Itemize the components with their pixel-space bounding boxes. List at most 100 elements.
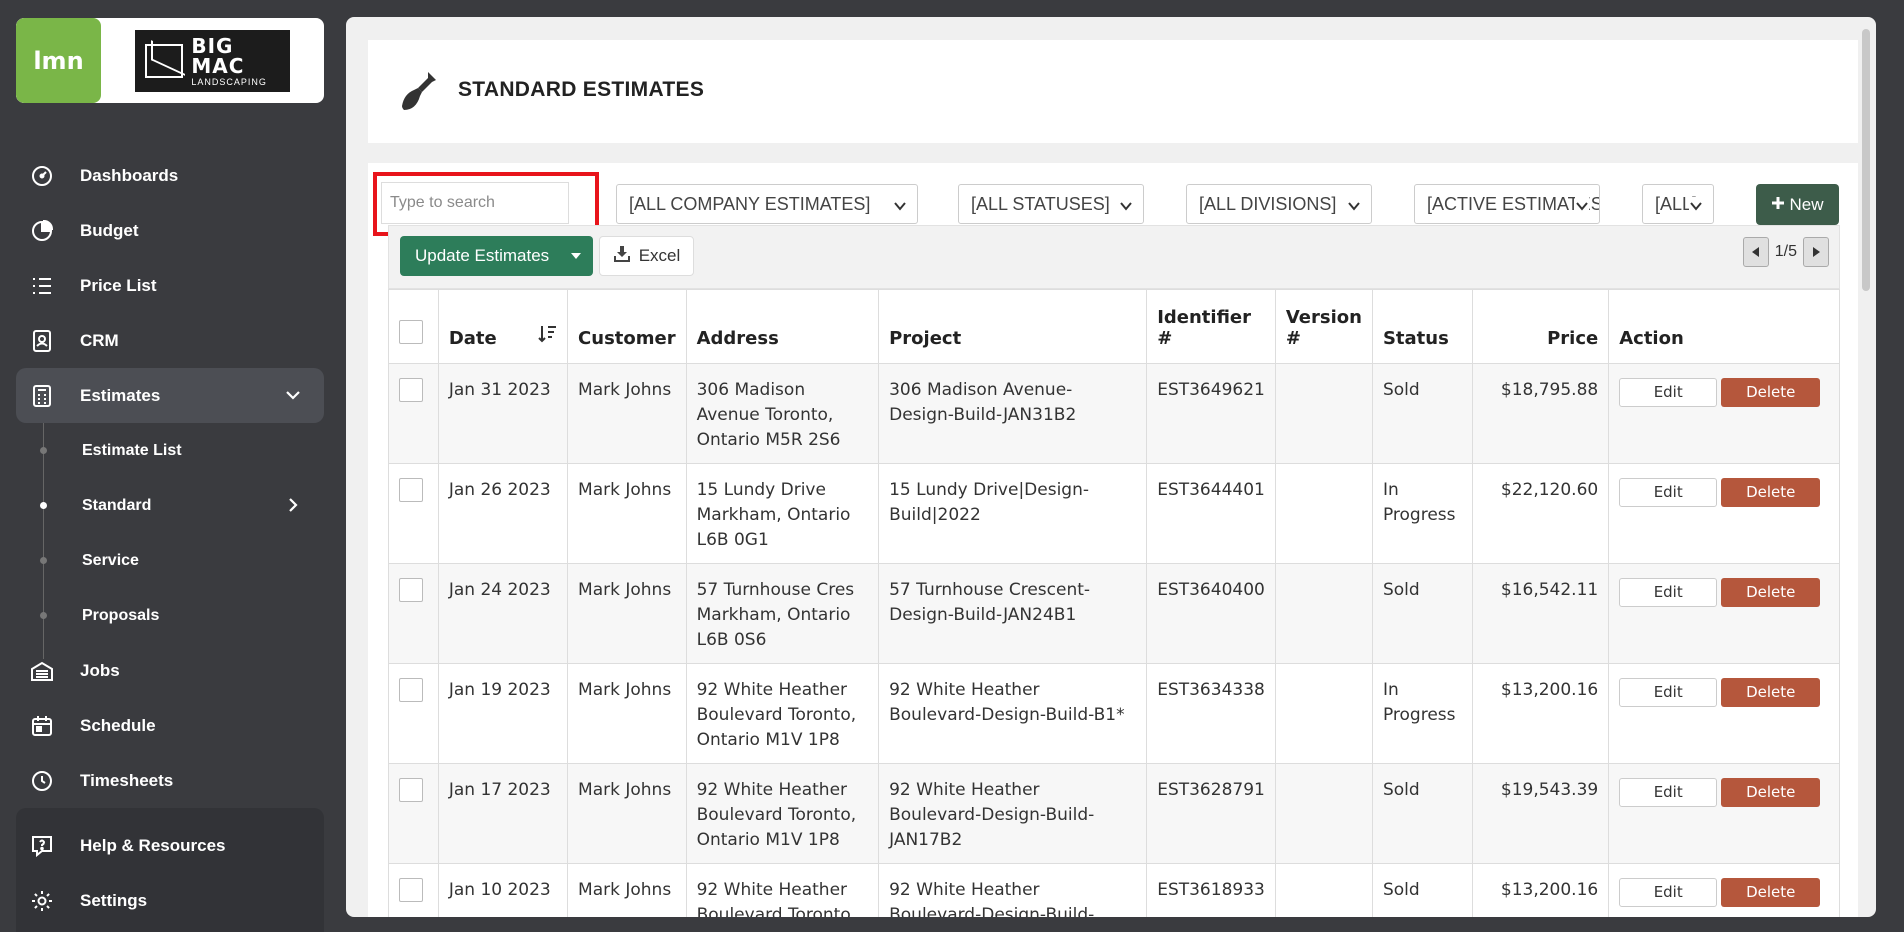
- table-row[interactable]: Jan 26 2023 Mark Johns 15 Lundy Drive Ma…: [388, 463, 1840, 564]
- column-address[interactable]: Address: [685, 289, 880, 364]
- caret-down-icon[interactable]: [559, 236, 593, 276]
- sidebar-item-timesheets[interactable]: Timesheets: [16, 753, 324, 808]
- column-version[interactable]: Version #: [1274, 289, 1373, 364]
- scrollbar-thumb[interactable]: [1862, 29, 1870, 291]
- cell-date: Jan 24 2023: [437, 563, 569, 664]
- table-row[interactable]: Jan 17 2023 Mark Johns 92 White Heather …: [388, 763, 1840, 864]
- estimates-content: [ALL COMPANY ESTIMATES] [ALL STATUSES] […: [368, 163, 1858, 917]
- sidebar-item-budget[interactable]: Budget: [16, 203, 324, 258]
- excel-export-button[interactable]: Excel: [599, 236, 694, 276]
- table-row[interactable]: Jan 24 2023 Mark Johns 57 Turnhouse Cres…: [388, 563, 1840, 664]
- row-checkbox[interactable]: [399, 778, 423, 802]
- sidebar-item-jobs[interactable]: Jobs: [16, 643, 324, 698]
- new-estimate-button[interactable]: New: [1756, 184, 1839, 225]
- table-row[interactable]: Jan 19 2023 Mark Johns 92 White Heather …: [388, 663, 1840, 764]
- column-date[interactable]: Date: [437, 289, 569, 364]
- column-project[interactable]: Project: [878, 289, 1148, 364]
- sidebar-item-dashboards[interactable]: Dashboards: [16, 148, 324, 203]
- cell-customer: Mark Johns: [567, 363, 687, 464]
- sidebar-item-service[interactable]: Service: [16, 533, 324, 588]
- cell-project: 92 White Heather Boulevard-Design-Build-…: [878, 763, 1148, 864]
- edit-button[interactable]: Edit: [1619, 878, 1718, 907]
- sort-descending-icon[interactable]: [537, 324, 557, 349]
- row-checkbox[interactable]: [399, 378, 423, 402]
- search-input[interactable]: [381, 182, 569, 224]
- download-icon: [613, 245, 631, 267]
- extra-filter-select[interactable]: [ALL]: [1642, 184, 1714, 224]
- cell-version: [1274, 763, 1373, 864]
- calendar-icon: [30, 714, 54, 738]
- sidebar-item-settings[interactable]: Settings: [16, 873, 324, 928]
- page-indicator: 1/5: [1774, 243, 1797, 260]
- row-select-cell: [388, 463, 439, 564]
- edit-button[interactable]: Edit: [1619, 378, 1718, 407]
- select-all-checkbox[interactable]: [399, 320, 423, 344]
- row-checkbox[interactable]: [399, 578, 423, 602]
- cell-project: 57 Turnhouse Crescent-Design-Build-JAN24…: [878, 563, 1148, 664]
- edit-button[interactable]: Edit: [1619, 678, 1718, 707]
- cell-price: $13,200.16: [1471, 663, 1610, 764]
- edit-button[interactable]: Edit: [1619, 778, 1718, 807]
- page-scrollbar[interactable]: [1860, 17, 1872, 917]
- column-action: Action: [1608, 289, 1840, 364]
- edit-button[interactable]: Edit: [1619, 478, 1718, 507]
- cell-date: Jan 19 2023: [437, 663, 569, 764]
- delete-button[interactable]: Delete: [1721, 478, 1821, 507]
- garage-icon: [30, 659, 54, 683]
- column-customer[interactable]: Customer: [567, 289, 687, 364]
- delete-button[interactable]: Delete: [1721, 778, 1821, 807]
- division-select[interactable]: [ALL DIVISIONS]: [1186, 184, 1372, 224]
- cell-address: 57 Turnhouse Cres Markham, Ontario L6B 0…: [685, 563, 880, 664]
- next-page-button[interactable]: [1803, 237, 1829, 267]
- plus-icon: [1771, 195, 1785, 215]
- list-icon: [30, 274, 54, 298]
- status-select[interactable]: [ALL STATUSES]: [958, 184, 1144, 224]
- cell-customer: Mark Johns: [567, 863, 687, 917]
- page-header: STANDARD ESTIMATES: [368, 40, 1858, 143]
- edit-button[interactable]: Edit: [1619, 578, 1718, 607]
- row-select-cell: [388, 863, 439, 917]
- active-estimates-select[interactable]: [ACTIVE ESTIMATES]: [1414, 184, 1600, 224]
- company-estimates-select[interactable]: [ALL COMPANY ESTIMATES]: [616, 184, 918, 224]
- sidebar-item-standard[interactable]: Standard: [16, 478, 324, 533]
- delete-button[interactable]: Delete: [1721, 578, 1821, 607]
- sidebar-item-estimates[interactable]: Estimates: [16, 368, 324, 423]
- cell-actions: Edit Delete: [1608, 563, 1840, 664]
- row-checkbox[interactable]: [399, 678, 423, 702]
- cell-identifier: EST3640400: [1146, 563, 1276, 664]
- delete-button[interactable]: Delete: [1721, 678, 1821, 707]
- table-row[interactable]: Jan 31 2023 Mark Johns 306 Madison Avenu…: [388, 363, 1840, 464]
- sidebar-item-crm[interactable]: CRM: [16, 313, 324, 368]
- table-row[interactable]: Jan 10 2023 Mark Johns 92 White Heather …: [388, 863, 1840, 917]
- cell-status: In Progress: [1371, 663, 1473, 764]
- sidebar-item-schedule[interactable]: Schedule: [16, 698, 324, 753]
- delete-button[interactable]: Delete: [1721, 878, 1821, 907]
- gauge-icon: [30, 164, 54, 188]
- calculator-icon: [30, 384, 54, 408]
- bullet-icon: [40, 557, 47, 564]
- cell-address: 92 White Heather Boulevard Toronto, Onta…: [685, 663, 880, 764]
- cell-price: $18,795.88: [1471, 363, 1610, 464]
- sidebar-item-proposals[interactable]: Proposals: [16, 588, 324, 643]
- row-checkbox[interactable]: [399, 878, 423, 902]
- sidebar-item-estimate-list[interactable]: Estimate List: [16, 423, 324, 478]
- column-price[interactable]: Price: [1471, 289, 1610, 364]
- column-identifier[interactable]: Identifier #: [1146, 289, 1276, 364]
- contact-card-icon: [30, 329, 54, 353]
- sidebar-item-price-list[interactable]: Price List: [16, 258, 324, 313]
- prev-page-button[interactable]: [1742, 237, 1769, 267]
- row-select-cell: [388, 663, 439, 764]
- logo-card[interactable]: lmn BIG MAC LANDSCAPING: [16, 18, 324, 103]
- column-status[interactable]: Status: [1371, 289, 1473, 364]
- sidebar: lmn BIG MAC LANDSCAPING Dashboards Budge…: [0, 0, 340, 932]
- cell-address: 92 White Heather Boulevard Toronto, Onta…: [685, 863, 880, 917]
- cell-price: $13,200.16: [1471, 863, 1610, 917]
- table-toolbar: Update Estimates Excel 1/5: [388, 225, 1840, 289]
- row-checkbox[interactable]: [399, 478, 423, 502]
- clock-icon: [30, 769, 54, 793]
- update-estimates-button[interactable]: Update Estimates: [400, 236, 593, 276]
- sidebar-item-help[interactable]: Help & Resources: [16, 818, 324, 873]
- cell-status: In Progress: [1371, 463, 1473, 564]
- cell-customer: Mark Johns: [567, 763, 687, 864]
- delete-button[interactable]: Delete: [1721, 378, 1821, 407]
